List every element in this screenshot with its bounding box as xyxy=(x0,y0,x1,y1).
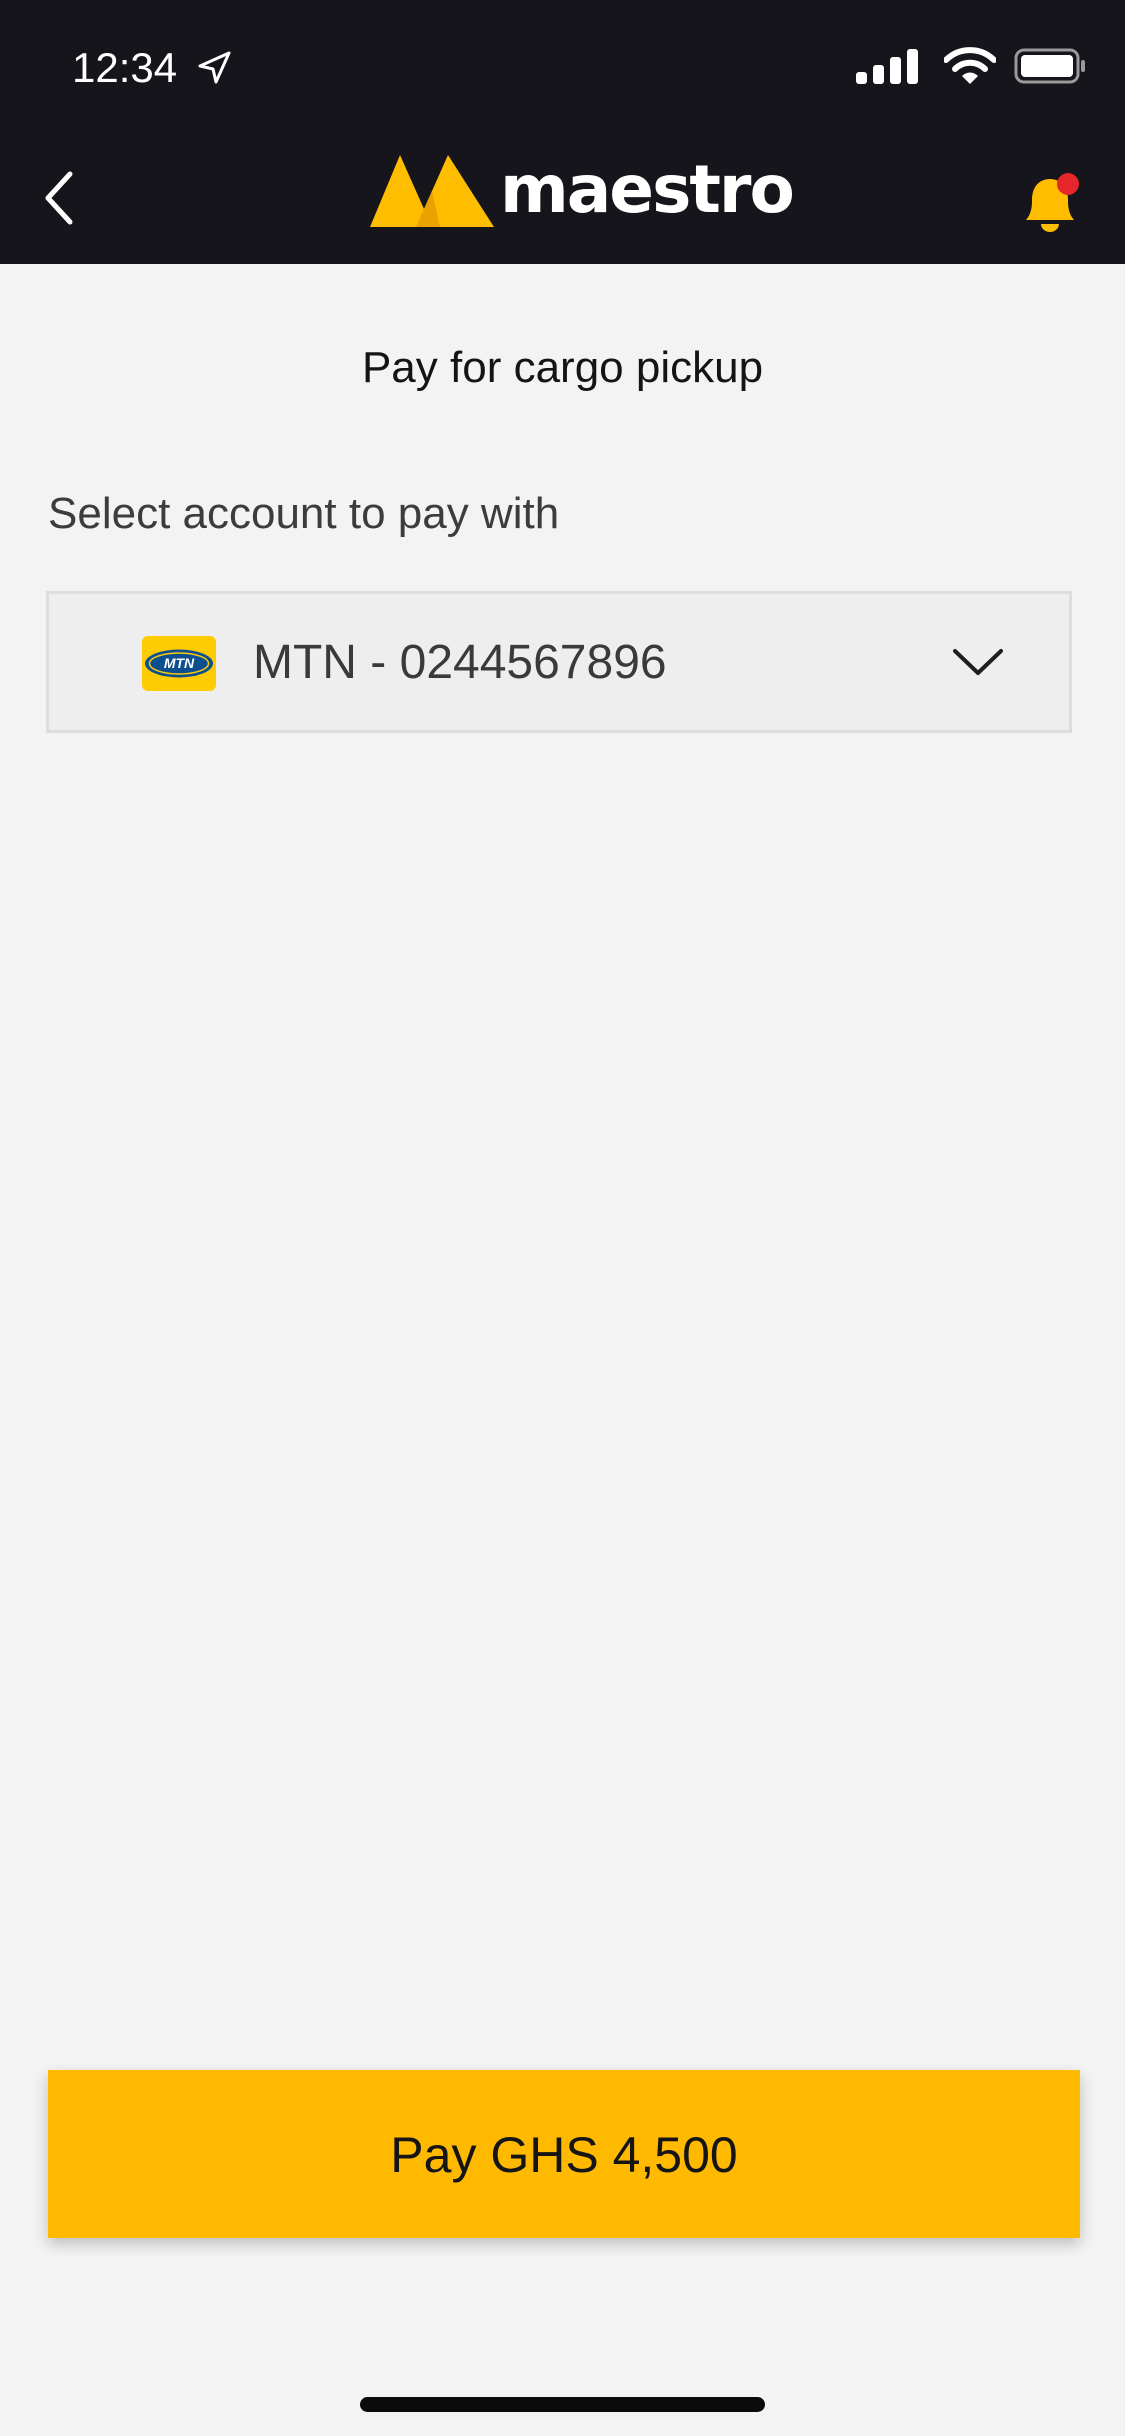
home-indicator[interactable] xyxy=(360,2397,765,2412)
wifi-icon xyxy=(944,47,996,84)
cellular-signal-icon xyxy=(856,49,918,84)
back-button[interactable] xyxy=(30,160,94,236)
app-header: 12:34 maestro xyxy=(0,0,1125,264)
mtn-logo: MTN xyxy=(142,636,216,691)
chevron-down-icon xyxy=(953,649,1003,675)
payment-account-dropdown[interactable]: MTN MTN - 0244567896 xyxy=(46,591,1072,733)
status-time: 12:34 xyxy=(72,44,178,91)
page-title: Pay for cargo pickup xyxy=(361,343,764,392)
mtn-logo-text: MTN xyxy=(164,655,195,671)
selected-account: MTN - 0244567896 xyxy=(253,636,667,689)
pay-button-label: Pay GHS 4,500 xyxy=(390,2127,738,2183)
battery-icon xyxy=(1014,48,1085,84)
pay-button[interactable]: Pay GHS 4,500 xyxy=(48,2070,1080,2238)
maestro-logo-mark xyxy=(370,155,494,227)
account-label: Select account to pay with xyxy=(48,489,560,538)
notifications-button[interactable] xyxy=(1018,166,1082,238)
maestro-logo: maestro xyxy=(370,150,795,230)
notification-dot xyxy=(1057,173,1079,195)
location-arrow-icon xyxy=(198,51,231,84)
chevron-left-icon xyxy=(45,171,73,225)
logo-text: maestro xyxy=(500,151,795,228)
mtn-logo-graphic: MTN xyxy=(145,649,213,678)
bell-icon xyxy=(1026,173,1079,232)
